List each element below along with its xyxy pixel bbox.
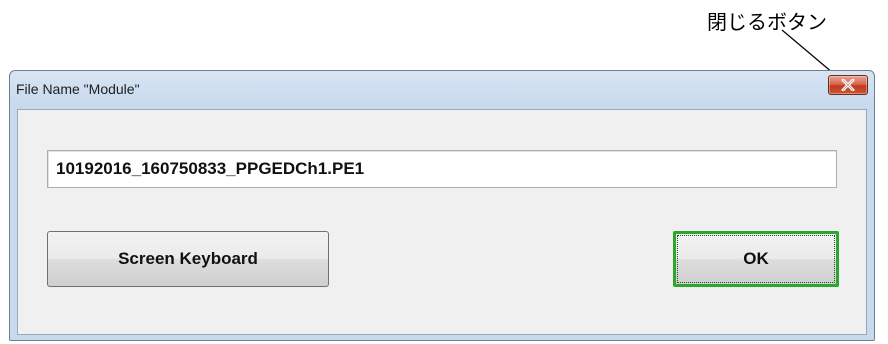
- dialog-title: File Name "Module": [16, 81, 140, 97]
- ok-button[interactable]: OK: [673, 231, 839, 287]
- close-x-icon: [841, 79, 855, 91]
- close-button[interactable]: [828, 75, 868, 95]
- file-name-dialog: File Name "Module" Screen Keyboard OK: [9, 70, 875, 341]
- dialog-titlebar[interactable]: File Name "Module": [10, 71, 874, 109]
- dialog-client-area: Screen Keyboard OK: [17, 109, 867, 335]
- screen-keyboard-button[interactable]: Screen Keyboard: [47, 231, 329, 287]
- screenshot-stage: 閉じるボタン File Name "Module" Screen Keyboar…: [0, 0, 888, 344]
- filename-input[interactable]: [47, 150, 837, 188]
